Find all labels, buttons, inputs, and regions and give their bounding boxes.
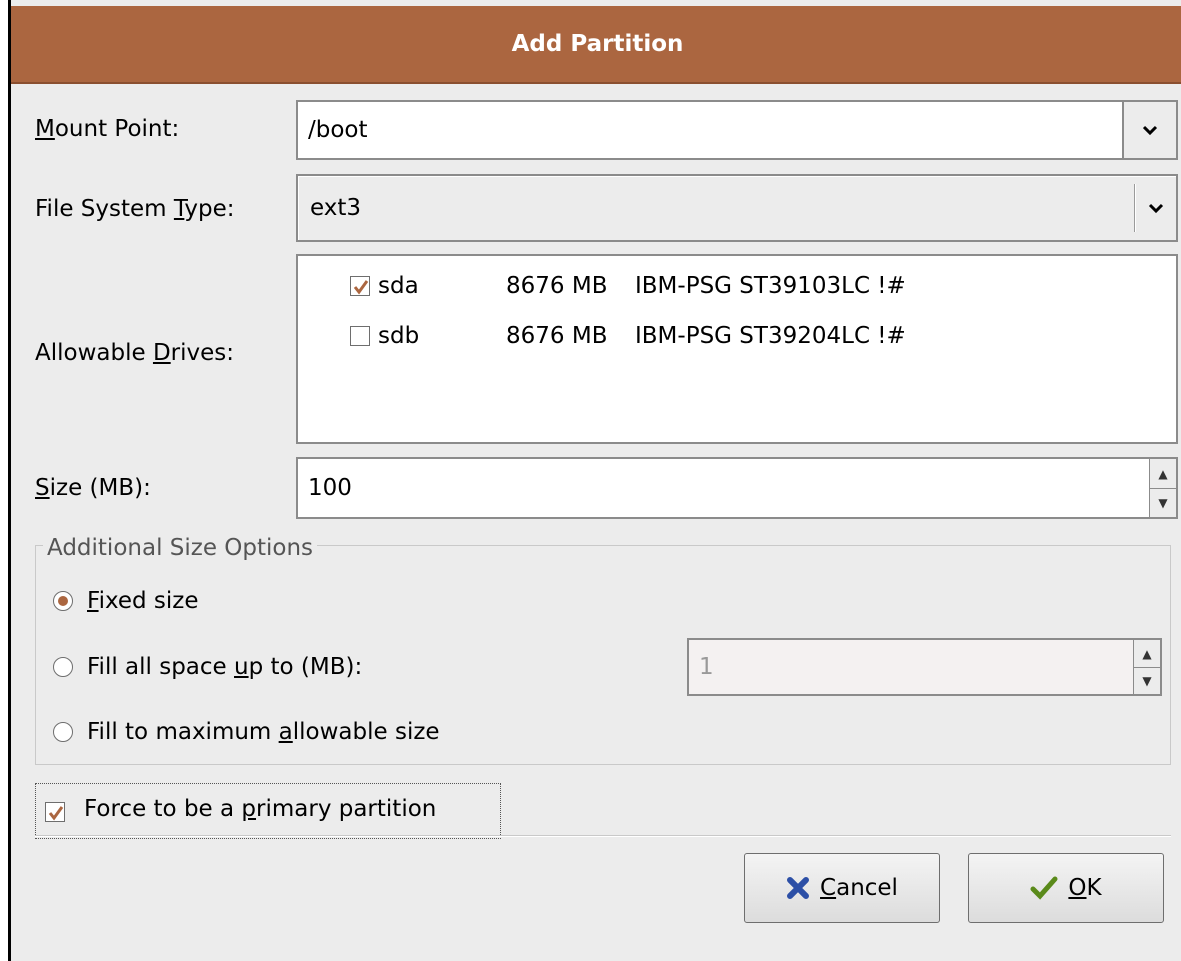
force-primary-checkbox[interactable]	[45, 802, 65, 822]
checkmark-icon	[1030, 876, 1058, 900]
drive-size: 8676 MB	[506, 323, 608, 349]
ok-label: OK	[1068, 875, 1102, 901]
fill-max-radio[interactable]	[53, 722, 73, 742]
cancel-button[interactable]: Cancel	[744, 853, 940, 923]
mount-point-value[interactable]: /boot	[308, 102, 368, 158]
fill-max-label[interactable]: Fill to maximum allowable size	[87, 719, 440, 745]
drives-list[interactable]: sda 8676 MB IBM-PSG ST39103LC !# sdb 867…	[296, 254, 1178, 444]
spin-up-icon[interactable]: ▲	[1134, 640, 1160, 668]
separator	[35, 835, 1171, 837]
spin-buttons: ▲ ▼	[1133, 640, 1160, 694]
spin-down-icon[interactable]: ▼	[1134, 667, 1160, 694]
drive-checkbox-sda[interactable]	[350, 276, 370, 296]
dialog-title: Add Partition	[11, 6, 1181, 84]
ok-button[interactable]: OK	[968, 853, 1164, 923]
drive-model: IBM-PSG ST39204LC !#	[635, 323, 906, 349]
fill-upto-value[interactable]: 1	[699, 640, 714, 694]
size-options-title: Additional Size Options	[43, 535, 318, 561]
fill-upto-spinner[interactable]: 1 ▲ ▼	[687, 638, 1162, 696]
fs-type-label: File System Type:	[35, 196, 235, 222]
spin-down-icon[interactable]: ▼	[1150, 488, 1176, 517]
drive-checkbox-sdb[interactable]	[350, 326, 370, 346]
force-primary-focus-ring[interactable]: Force to be a primary partition	[35, 783, 501, 839]
fixed-size-radio[interactable]	[53, 591, 73, 611]
add-partition-dialog: Add Partition Mount Point: /boot File Sy…	[8, 0, 1181, 961]
chevron-down-icon[interactable]	[1136, 176, 1176, 240]
drive-size: 8676 MB	[506, 273, 608, 299]
cancel-label: Cancel	[820, 875, 898, 901]
drive-name: sda	[378, 273, 419, 299]
spin-buttons: ▲ ▼	[1149, 459, 1176, 517]
size-value[interactable]: 100	[308, 459, 352, 517]
force-primary-label[interactable]: Force to be a primary partition	[84, 796, 436, 822]
fs-type-select[interactable]: ext3	[296, 174, 1178, 242]
mount-point-label: Mount Point:	[35, 116, 180, 142]
size-spinner[interactable]: 100 ▲ ▼	[296, 457, 1178, 519]
drive-name: sdb	[378, 323, 420, 349]
size-label: Size (MB):	[35, 475, 151, 501]
fill-upto-radio[interactable]	[53, 657, 73, 677]
chevron-down-icon[interactable]	[1122, 102, 1176, 158]
mount-point-combo[interactable]: /boot	[296, 100, 1178, 160]
drives-label: Allowable Drives:	[35, 340, 235, 366]
drive-model: IBM-PSG ST39103LC !#	[635, 273, 906, 299]
drive-row-sda[interactable]: sda 8676 MB IBM-PSG ST39103LC !#	[298, 266, 1176, 306]
drive-row-sdb[interactable]: sdb 8676 MB IBM-PSG ST39204LC !#	[298, 316, 1176, 356]
fixed-size-label[interactable]: Fixed size	[87, 588, 199, 614]
cancel-icon	[787, 877, 810, 899]
spin-up-icon[interactable]: ▲	[1150, 459, 1176, 489]
fs-type-value: ext3	[310, 195, 362, 221]
fill-upto-label[interactable]: Fill all space up to (MB):	[87, 654, 362, 680]
